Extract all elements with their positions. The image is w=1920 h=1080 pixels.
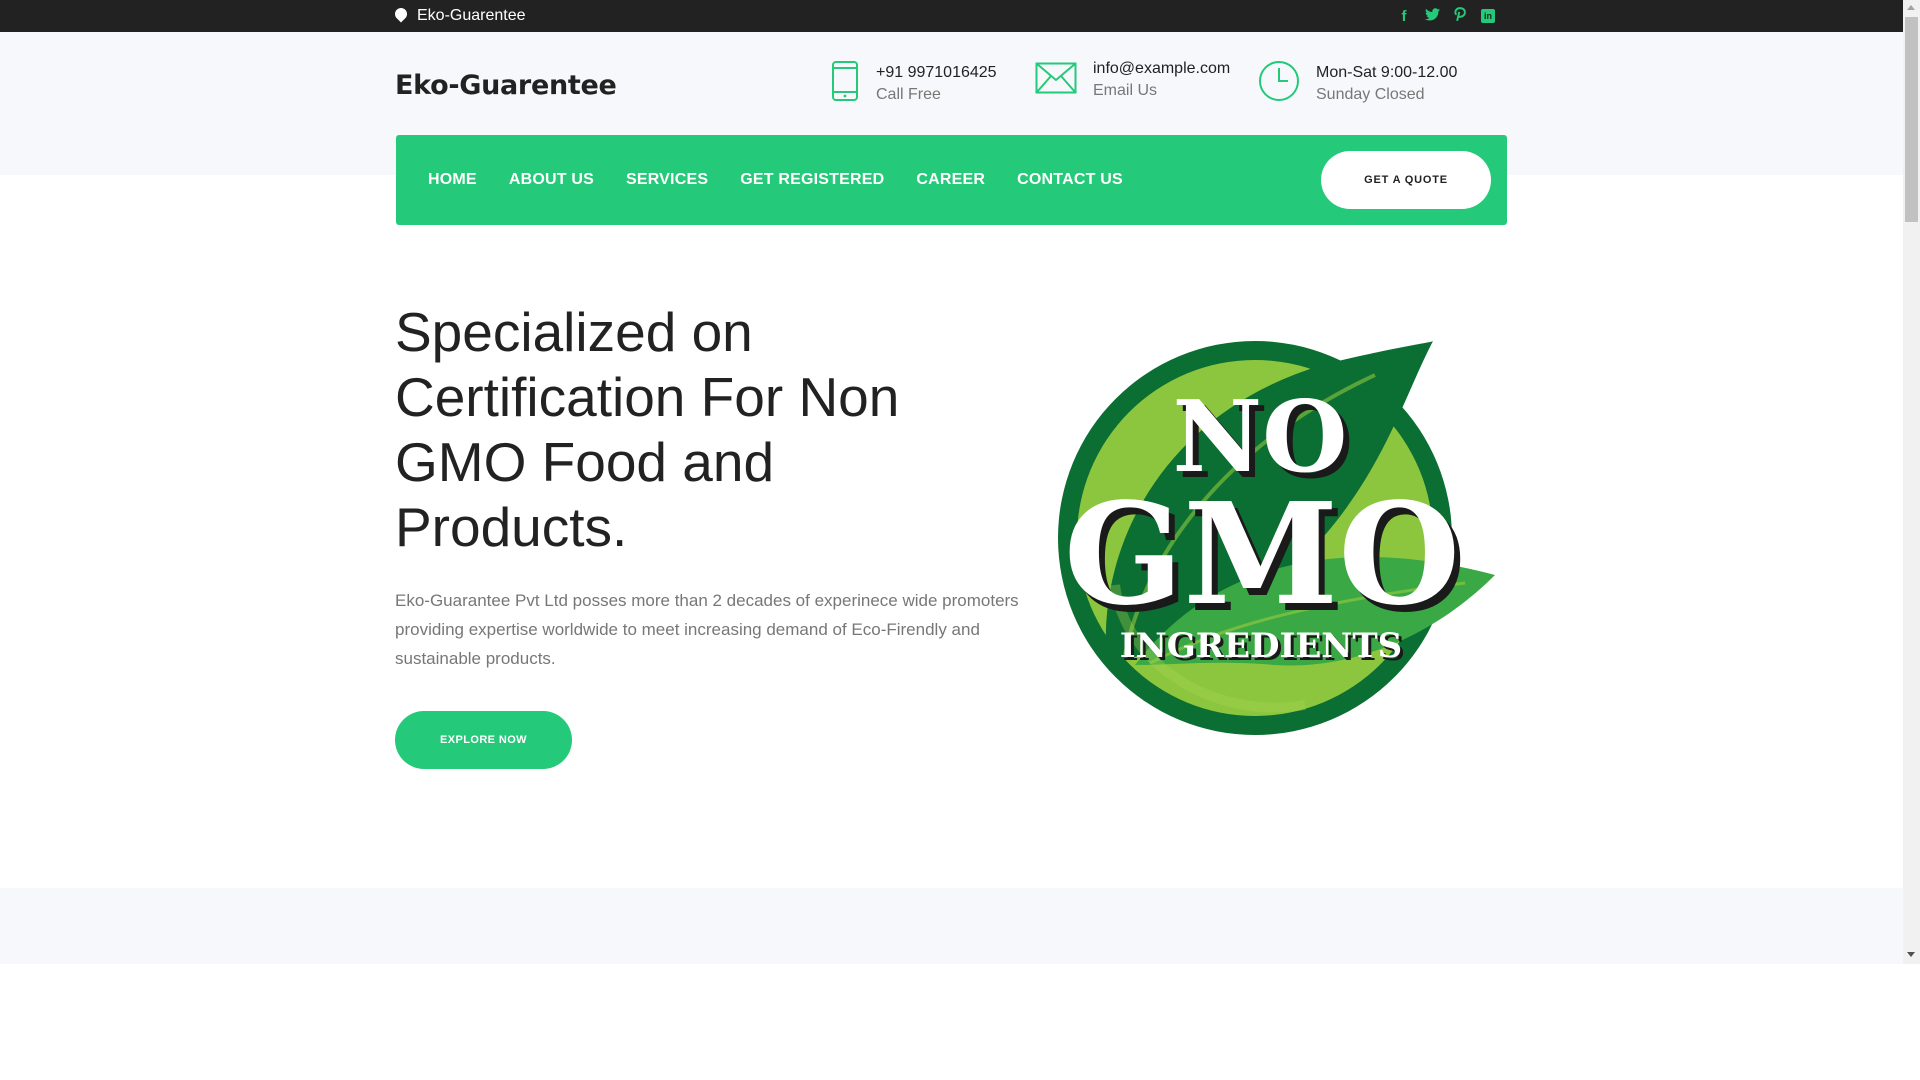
twitter-icon[interactable] xyxy=(1425,8,1440,24)
nav-item-career[interactable]: CAREER xyxy=(916,171,985,189)
email-info: info@example.com Email Us xyxy=(1035,60,1230,100)
mail-icon xyxy=(1035,62,1077,99)
brand-logo-text[interactable]: Eko-Guarentee xyxy=(395,70,617,101)
badge-text-ingredients: INGREDIENTS xyxy=(1120,626,1402,666)
phone-label: Call Free xyxy=(876,85,941,103)
main-navigation: HOME ABOUT US SERVICES GET REGISTERED CA… xyxy=(396,135,1507,225)
top-bar: Eko-Guarentee f in xyxy=(0,0,1903,32)
top-bar-location: Eko-Guarentee xyxy=(395,0,526,32)
phone-icon xyxy=(830,60,860,107)
social-links: f in xyxy=(1397,0,1495,32)
browser-viewport: Eko-Guarentee f in Eko-Guarentee +91 997… xyxy=(0,0,1903,964)
hero-description: Eko-Guarantee Pvt Ltd posses more than 2… xyxy=(395,591,1019,668)
facebook-icon[interactable]: f xyxy=(1397,9,1411,24)
hours-info: Mon-Sat 9:00-12.00 Sunday Closed xyxy=(1258,60,1457,107)
nav-item-contact-us[interactable]: CONTACT US xyxy=(1017,171,1123,189)
badge-text-gmo: GMO xyxy=(1064,473,1460,637)
email-address[interactable]: info@example.com xyxy=(1093,60,1230,78)
hours-time: Mon-Sat 9:00-12.00 xyxy=(1316,63,1458,81)
clock-icon xyxy=(1258,60,1300,107)
hero-title: Specialized on Certification For Non GMO… xyxy=(395,301,900,558)
nav-item-home[interactable]: HOME xyxy=(428,171,477,189)
nav-item-services[interactable]: SERVICES xyxy=(626,171,708,189)
scroll-down-arrow-icon[interactable] xyxy=(1907,952,1915,957)
hours-label: Sunday Closed xyxy=(1316,85,1425,103)
location-pin-icon xyxy=(395,8,407,24)
explore-now-button[interactable]: EXPLORE NOW xyxy=(395,711,572,769)
phone-number[interactable]: +91 9971016425 xyxy=(876,64,997,82)
email-label: Email Us xyxy=(1093,82,1158,99)
scrollbar-thumb[interactable] xyxy=(1905,17,1918,222)
blank-area xyxy=(0,964,1920,1080)
location-text: Eko-Guarentee xyxy=(417,7,526,24)
linkedin-icon[interactable]: in xyxy=(1481,9,1495,23)
pinterest-icon[interactable] xyxy=(1453,7,1467,25)
next-section-band xyxy=(0,888,1903,964)
nav-item-about-us[interactable]: ABOUT US xyxy=(509,171,594,189)
nav-item-get-registered[interactable]: GET REGISTERED xyxy=(740,171,884,189)
phone-info: +91 9971016425 Call Free xyxy=(830,60,997,107)
no-gmo-badge-image: NO NO GMO GMO INGREDIENTS INGREDIENTS xyxy=(1058,341,1495,735)
scroll-up-arrow-icon[interactable] xyxy=(1907,5,1915,10)
get-a-quote-button[interactable]: GET A QUOTE xyxy=(1321,151,1491,209)
vertical-scrollbar[interactable] xyxy=(1903,0,1920,964)
